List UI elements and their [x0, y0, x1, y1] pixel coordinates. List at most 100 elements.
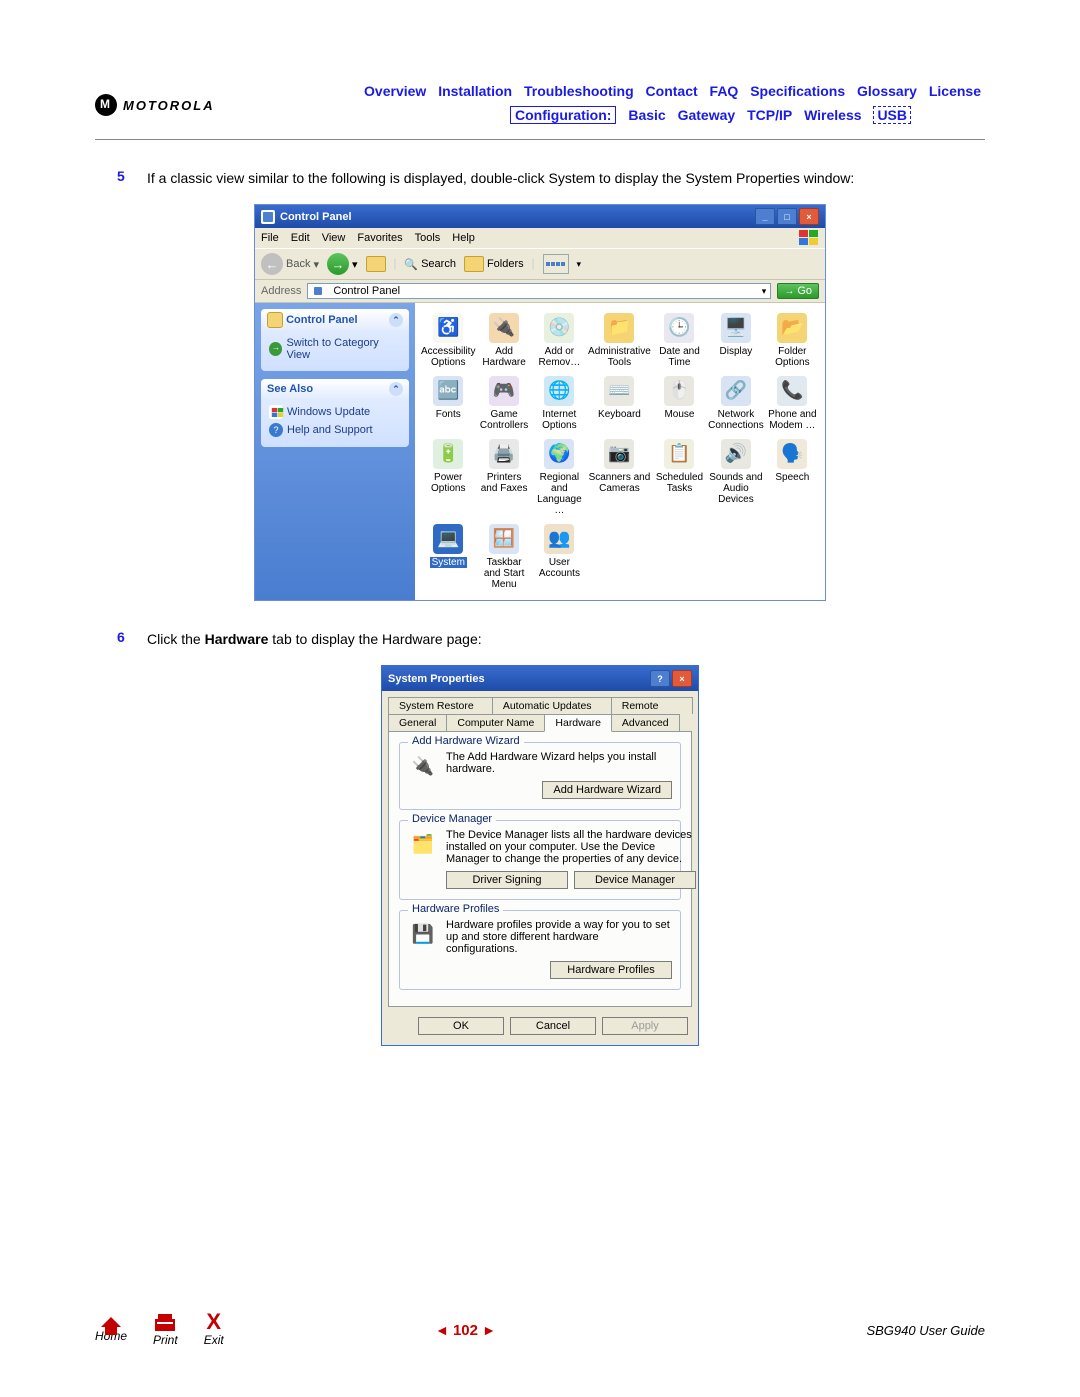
- cp-item-internet-options[interactable]: 🌐Internet Options: [533, 374, 586, 433]
- exit-icon: X: [204, 1313, 224, 1331]
- minimize-button[interactable]: _: [755, 208, 775, 225]
- cp-item-phone-and-modem[interactable]: 📞Phone and Modem …: [766, 374, 819, 433]
- item-icon: 🔤: [433, 376, 463, 406]
- nav-license[interactable]: License: [929, 83, 981, 99]
- cp-item-fonts[interactable]: 🔤Fonts: [421, 374, 475, 433]
- cp-item-network-connections[interactable]: 🔗Network Connections: [708, 374, 764, 433]
- footer-exit[interactable]: XExit: [204, 1313, 224, 1347]
- item-label: Date and Time: [659, 346, 700, 368]
- prev-page-arrow[interactable]: ◄: [435, 1322, 449, 1338]
- device-manager-button[interactable]: Device Manager: [574, 871, 696, 889]
- maximize-button[interactable]: □: [777, 208, 797, 225]
- cp-item-folder-options[interactable]: 📂Folder Options: [766, 311, 819, 370]
- item-label: Speech: [775, 472, 809, 483]
- switch-category-view-link[interactable]: Switch to Category View: [269, 335, 401, 363]
- hardware-profiles-button[interactable]: Hardware Profiles: [550, 961, 672, 979]
- tab-computer-name[interactable]: Computer Name: [446, 714, 545, 731]
- menu-favorites[interactable]: Favorites: [357, 232, 402, 244]
- nav-troubleshooting[interactable]: Troubleshooting: [524, 83, 634, 99]
- close-button[interactable]: ×: [799, 208, 819, 225]
- nav-gateway[interactable]: Gateway: [678, 107, 736, 123]
- search-button[interactable]: 🔍 Search: [404, 258, 456, 271]
- nav-wireless[interactable]: Wireless: [804, 107, 861, 123]
- address-dropdown-icon[interactable]: ▾: [762, 286, 767, 297]
- windows-update-link[interactable]: Windows Update: [269, 403, 401, 421]
- tab-automatic-updates[interactable]: Automatic Updates: [492, 697, 612, 714]
- cancel-button[interactable]: Cancel: [510, 1017, 596, 1035]
- collapse-icon-2[interactable]: ⌃: [389, 382, 403, 396]
- group-1-text: The Add Hardware Wizard helps you instal…: [446, 751, 672, 775]
- windows-flag-icon: [799, 230, 819, 246]
- menu-help[interactable]: Help: [452, 232, 475, 244]
- tab-system-restore[interactable]: System Restore: [388, 697, 493, 714]
- forward-button[interactable]: → ▾: [327, 253, 358, 275]
- item-icon: 🖨️: [489, 439, 519, 469]
- help-support-link[interactable]: ?Help and Support: [269, 421, 401, 439]
- cp-item-add-or-remov[interactable]: 💿Add or Remov…: [533, 311, 586, 370]
- item-icon: 🌍: [544, 439, 574, 469]
- cp-item-scheduled-tasks[interactable]: 📋Scheduled Tasks: [653, 437, 706, 518]
- item-icon: 👥: [544, 524, 574, 554]
- tab-general[interactable]: General: [388, 714, 447, 731]
- cp-item-printers-and-faxes[interactable]: 🖨️Printers and Faxes: [477, 437, 530, 518]
- step-5-text: If a classic view similar to the followi…: [147, 168, 985, 188]
- folders-button[interactable]: Folders: [464, 256, 524, 272]
- item-label: Keyboard: [598, 409, 641, 420]
- item-label: Sounds and Audio Devices: [709, 472, 762, 505]
- cp-item-administrative-tools[interactable]: 📁Administrative Tools: [588, 311, 651, 370]
- ok-button[interactable]: OK: [418, 1017, 504, 1035]
- tab-remote[interactable]: Remote: [611, 697, 693, 714]
- footer-print[interactable]: Print: [153, 1313, 178, 1347]
- sp-close-button[interactable]: ×: [672, 670, 692, 687]
- cp-item-speech[interactable]: 🗣️Speech: [766, 437, 819, 518]
- page-navigation: ◄ 102 ►: [435, 1322, 496, 1339]
- add-hardware-wizard-button[interactable]: Add Hardware Wizard: [542, 781, 672, 799]
- next-page-arrow[interactable]: ►: [482, 1322, 496, 1338]
- cp-item-user-accounts[interactable]: 👥User Accounts: [533, 522, 586, 592]
- cp-item-taskbar-and-start-menu[interactable]: 🪟Taskbar and Start Menu: [477, 522, 530, 592]
- step-5-number: 5: [117, 168, 147, 188]
- cp-item-regional-and-language[interactable]: 🌍Regional and Language …: [533, 437, 586, 518]
- nav-basic[interactable]: Basic: [628, 107, 665, 123]
- collapse-icon[interactable]: ⌃: [389, 313, 403, 327]
- help-button[interactable]: ?: [650, 670, 670, 687]
- menu-tools[interactable]: Tools: [415, 232, 441, 244]
- up-button[interactable]: [366, 256, 386, 272]
- view-mode-button[interactable]: [543, 254, 569, 274]
- address-label: Address: [261, 285, 301, 297]
- nav-contact[interactable]: Contact: [646, 83, 698, 99]
- cp-item-sounds-and-audio-devices[interactable]: 🔊Sounds and Audio Devices: [708, 437, 764, 518]
- cp-item-system[interactable]: 💻System: [421, 522, 475, 592]
- apply-button[interactable]: Apply: [602, 1017, 688, 1035]
- cp-item-power-options[interactable]: 🔋Power Options: [421, 437, 475, 518]
- menu-edit[interactable]: Edit: [291, 232, 310, 244]
- tab-hardware[interactable]: Hardware: [544, 714, 612, 732]
- cp-item-add-hardware[interactable]: 🔌Add Hardware: [477, 311, 530, 370]
- menu-file[interactable]: File: [261, 232, 279, 244]
- nav-faq[interactable]: FAQ: [710, 83, 739, 99]
- cp-item-mouse[interactable]: 🖱️Mouse: [653, 374, 706, 433]
- footer-home[interactable]: Home: [95, 1317, 127, 1343]
- control-panel-icon: [261, 210, 275, 224]
- item-icon: 💻: [433, 524, 463, 554]
- cp-item-accessibility-options[interactable]: ♿Accessibility Options: [421, 311, 475, 370]
- nav-tcpip[interactable]: TCP/IP: [747, 107, 792, 123]
- nav-glossary[interactable]: Glossary: [857, 83, 917, 99]
- nav-configuration[interactable]: Configuration:: [510, 106, 616, 124]
- item-icon: 💿: [544, 313, 574, 343]
- nav-overview[interactable]: Overview: [364, 83, 426, 99]
- nav-usb[interactable]: USB: [873, 106, 911, 124]
- cp-item-date-and-time[interactable]: 🕒Date and Time: [653, 311, 706, 370]
- tab-advanced[interactable]: Advanced: [611, 714, 680, 731]
- cp-item-keyboard[interactable]: ⌨️Keyboard: [588, 374, 651, 433]
- nav-specifications[interactable]: Specifications: [750, 83, 845, 99]
- address-input[interactable]: Control Panel ▾: [307, 283, 771, 299]
- menu-view[interactable]: View: [322, 232, 346, 244]
- back-button[interactable]: ←Back ▾: [261, 253, 319, 275]
- nav-installation[interactable]: Installation: [438, 83, 512, 99]
- cp-item-game-controllers[interactable]: 🎮Game Controllers: [477, 374, 530, 433]
- cp-item-scanners-and-cameras[interactable]: 📷Scanners and Cameras: [588, 437, 651, 518]
- cp-item-display[interactable]: 🖥️Display: [708, 311, 764, 370]
- driver-signing-button[interactable]: Driver Signing: [446, 871, 568, 889]
- go-button[interactable]: Go: [777, 283, 819, 299]
